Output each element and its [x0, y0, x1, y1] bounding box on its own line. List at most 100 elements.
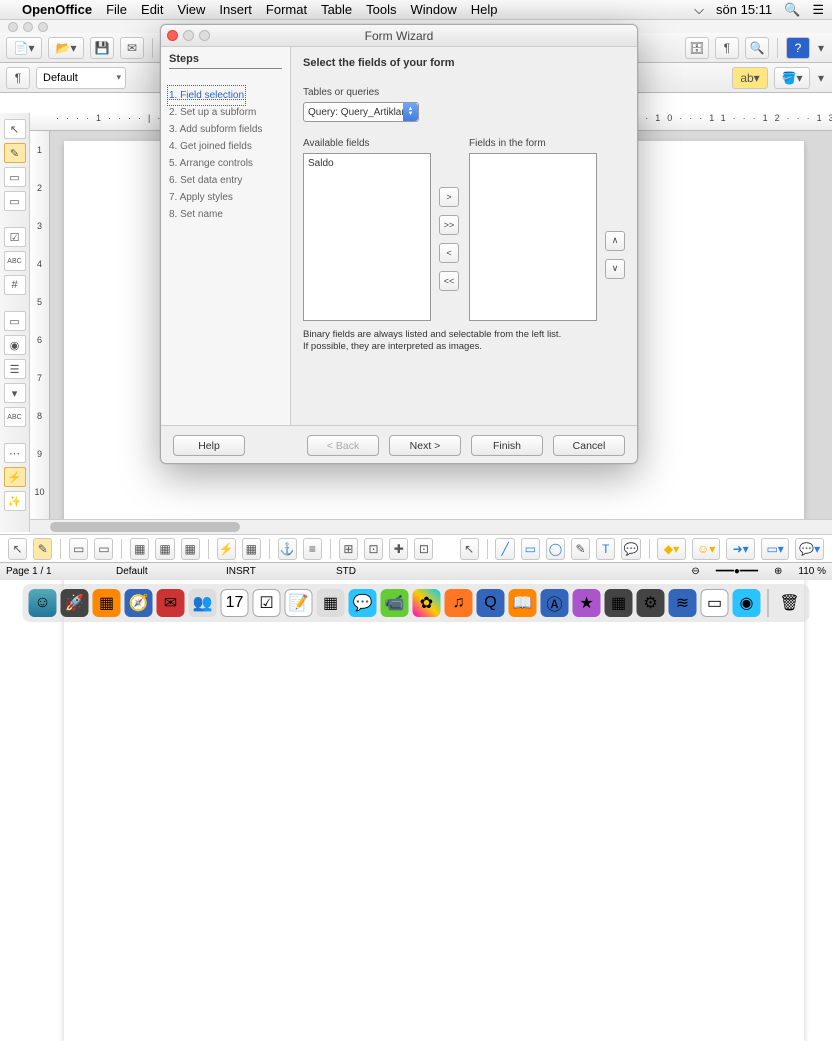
freeform-button[interactable]: ✎	[571, 538, 590, 560]
label-button[interactable]: ABC	[4, 407, 26, 427]
clock[interactable]: sön 15:11	[716, 2, 772, 17]
styles-button[interactable]: ¶	[6, 67, 30, 89]
spotlight-icon[interactable]: 🔍	[784, 2, 800, 18]
menu-extra-icon[interactable]: ☰	[812, 2, 824, 18]
available-fields-listbox[interactable]: Saldo	[303, 153, 431, 321]
shapes4-button[interactable]: ▭▾	[761, 538, 790, 560]
align-button[interactable]: ≡	[303, 538, 322, 560]
dock-openoffice-icon[interactable]: ≋	[669, 589, 697, 617]
zoom-out-icon[interactable]: ⊖	[691, 566, 699, 577]
move-all-left-button[interactable]: <<	[439, 271, 459, 291]
move-up-button[interactable]: ∧	[605, 231, 625, 251]
highlight-button[interactable]: ab▾	[732, 67, 768, 89]
zoom-window-icon[interactable]	[38, 22, 48, 32]
step-4[interactable]: 4. Get joined fields	[169, 138, 282, 155]
menu-window[interactable]: Window	[411, 2, 457, 17]
menu-table[interactable]: Table	[321, 2, 352, 17]
checkbox-button[interactable]: ☑	[4, 227, 26, 247]
dialog-close-icon[interactable]	[167, 30, 178, 41]
open-button[interactable]: 📂▾	[48, 37, 84, 59]
step-3[interactable]: 3. Add subform fields	[169, 121, 282, 138]
ellipse-button[interactable]: ◯	[546, 538, 565, 560]
shapes5-button[interactable]: 💬▾	[795, 538, 824, 560]
select-stepper-icon[interactable]: ▲▼	[403, 103, 418, 121]
zoom-value[interactable]: 110 %	[798, 566, 826, 577]
pointer-button[interactable]: ↖	[4, 119, 26, 139]
zoom-in-icon[interactable]: ⊕	[774, 566, 782, 577]
back-button[interactable]: < Back	[307, 435, 379, 456]
step-5[interactable]: 5. Arrange controls	[169, 155, 282, 172]
dock-numbers-icon[interactable]: ▦	[317, 589, 345, 617]
move-all-right-button[interactable]: >>	[439, 215, 459, 235]
grid-button[interactable]: ⊞	[339, 538, 358, 560]
step-1[interactable]: 1. Field selection	[169, 87, 244, 104]
horizontal-scrollbar[interactable]	[30, 519, 832, 534]
move-right-button[interactable]: >	[439, 187, 459, 207]
dock-contacts-icon[interactable]: 👥	[189, 589, 217, 617]
shapes3-button[interactable]: ➜▾	[726, 538, 755, 560]
nav3-button[interactable]: ▦	[181, 538, 200, 560]
wizard2-button[interactable]: ✨	[4, 491, 26, 511]
menu-edit[interactable]: Edit	[141, 2, 163, 17]
select-tool-button[interactable]: ↖	[8, 538, 27, 560]
dock-app4-icon[interactable]: ◉	[733, 589, 761, 617]
menu-format[interactable]: Format	[266, 2, 307, 17]
status-insrt[interactable]: INSRT	[226, 566, 296, 577]
list-item[interactable]: Saldo	[308, 158, 426, 169]
step-2[interactable]: 2. Set up a subform	[169, 104, 282, 121]
rect-button[interactable]: ▭	[521, 538, 540, 560]
move-left-button[interactable]: <	[439, 243, 459, 263]
step-8[interactable]: 8. Set name	[169, 206, 282, 223]
dock-calendar-icon[interactable]: 17	[221, 589, 249, 617]
move-down-button[interactable]: ∨	[605, 259, 625, 279]
dock-imovie-icon[interactable]: ★	[573, 589, 601, 617]
zoom-slider[interactable]: ━━━●━━━	[716, 566, 758, 577]
dock-app1-icon[interactable]: ▦	[93, 589, 121, 617]
help-button[interactable]: Help	[173, 435, 245, 456]
vertical-ruler[interactable]: 12345678910	[30, 131, 50, 532]
dock-appstore-icon[interactable]: Ⓐ	[541, 589, 569, 617]
step-7[interactable]: 7. Apply styles	[169, 189, 282, 206]
optionbutton-button[interactable]: ◉	[4, 335, 26, 355]
cancel-button[interactable]: Cancel	[553, 435, 625, 456]
combobox-button[interactable]: ▾	[4, 383, 26, 403]
anchor-button[interactable]: ⚓	[278, 538, 297, 560]
listbox-button[interactable]: ☰	[4, 359, 26, 379]
dock-quicktime-icon[interactable]: Q	[477, 589, 505, 617]
close-window-icon[interactable]	[8, 22, 18, 32]
dock-reminders-icon[interactable]: ☑	[253, 589, 281, 617]
dock-itunes-icon[interactable]: ♫	[445, 589, 473, 617]
wifi-icon[interactable]: ⌵	[694, 2, 704, 18]
snap-button[interactable]: ⊡	[364, 538, 383, 560]
menu-file[interactable]: File	[106, 2, 127, 17]
menu-insert[interactable]: Insert	[219, 2, 252, 17]
dock-settings-icon[interactable]: ⚙	[637, 589, 665, 617]
guides-button[interactable]: ✚	[389, 538, 408, 560]
find-button[interactable]: 🔍	[745, 37, 769, 59]
menu-help[interactable]: Help	[471, 2, 498, 17]
dock-safari-icon[interactable]: 🧭	[125, 589, 153, 617]
app-name[interactable]: OpenOffice	[22, 2, 92, 17]
next-button[interactable]: Next >	[389, 435, 461, 456]
bgcolor-button[interactable]: 🪣▾	[774, 67, 810, 89]
form-button[interactable]: ▭	[4, 191, 26, 211]
crop-button[interactable]: ⊡	[414, 538, 433, 560]
toolbar-overflow-icon[interactable]: ▾	[816, 67, 826, 89]
ctrl1-button[interactable]: ▭	[69, 538, 88, 560]
nonprinting-button[interactable]: ¶	[715, 37, 739, 59]
menu-tools[interactable]: Tools	[366, 2, 396, 17]
minimize-window-icon[interactable]	[23, 22, 33, 32]
design-mode-button[interactable]: ✎	[4, 143, 26, 163]
tables-select[interactable]: Query: Query_Artiklar ▲▼	[303, 102, 419, 122]
mail-button[interactable]: ✉	[120, 37, 144, 59]
datasource-button[interactable]: 🗄	[685, 37, 709, 59]
dock-facetime-icon[interactable]: 📹	[381, 589, 409, 617]
dock-trash-icon[interactable]: 🗑	[776, 589, 804, 617]
menu-view[interactable]: View	[177, 2, 205, 17]
dock-mail-icon[interactable]: ✉	[157, 589, 185, 617]
dock-launchpad-icon[interactable]: 🚀	[61, 589, 89, 617]
control-button[interactable]: ▭	[4, 167, 26, 187]
finish-button[interactable]: Finish	[471, 435, 543, 456]
dock-app3-icon[interactable]: ▭	[701, 589, 729, 617]
formatted-field-button[interactable]: #	[4, 275, 26, 295]
